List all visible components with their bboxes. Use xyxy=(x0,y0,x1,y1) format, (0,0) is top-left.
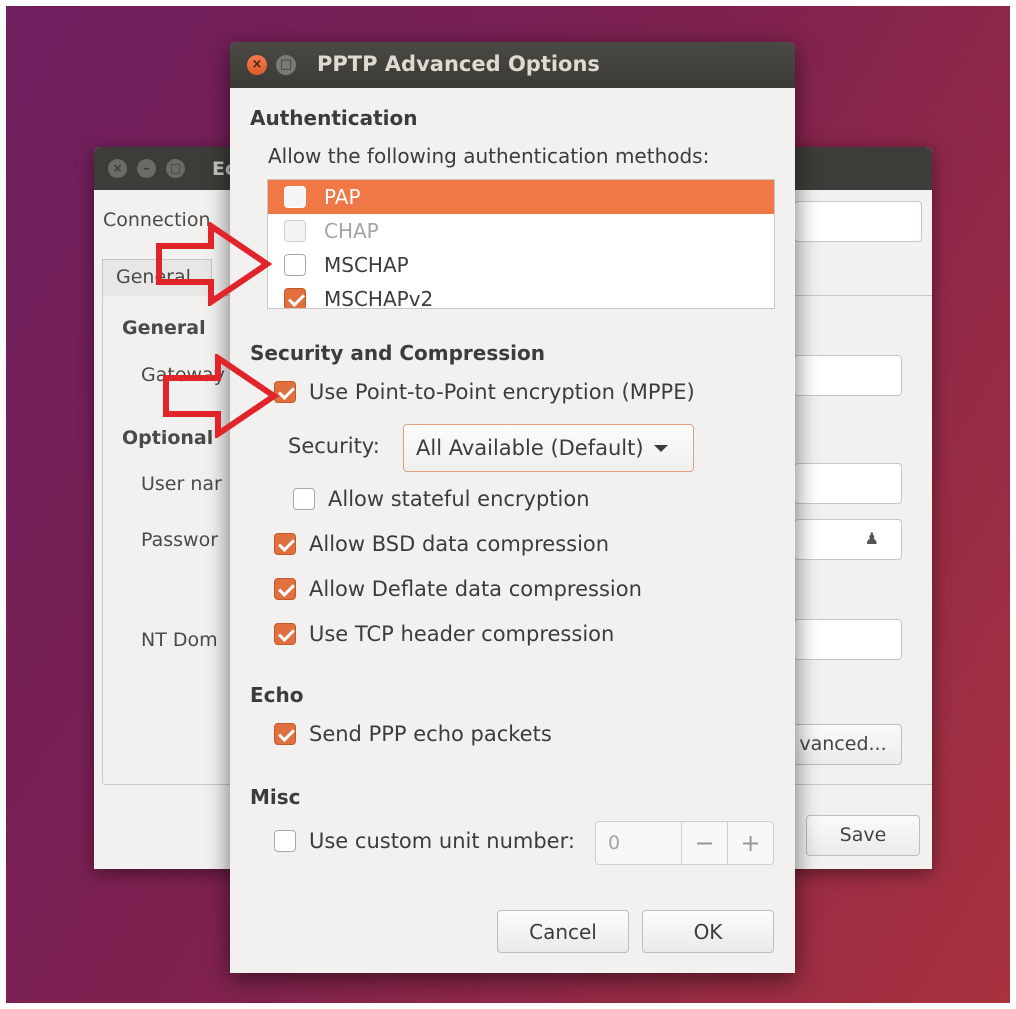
mschap-checkbox[interactable] xyxy=(284,254,306,276)
stateful-encryption-label: Allow stateful encryption xyxy=(328,487,590,511)
ok-button[interactable]: OK xyxy=(642,910,774,953)
mschapv2-checkbox[interactable] xyxy=(284,288,306,308)
connection-name-field[interactable] xyxy=(794,201,922,242)
tcp-header-compression-checkbox[interactable] xyxy=(274,623,296,645)
list-item-pap[interactable]: PAP xyxy=(268,180,774,214)
echo-heading: Echo xyxy=(250,683,304,707)
annotation-arrow-icon xyxy=(156,222,273,306)
tcp-header-compression-label: Use TCP header compression xyxy=(309,622,615,646)
nt-domain-field[interactable] xyxy=(794,619,902,660)
stateful-encryption-option[interactable]: Allow stateful encryption xyxy=(293,487,590,511)
maximize-icon[interactable]: □ xyxy=(166,159,185,178)
dialog-title: PPTP Advanced Options xyxy=(317,52,600,76)
save-button[interactable]: Save xyxy=(806,815,920,856)
unit-number-value[interactable]: 0 xyxy=(596,822,681,864)
security-dropdown[interactable]: All Available (Default) xyxy=(403,424,694,472)
nt-domain-label: NT Dom xyxy=(141,629,218,651)
custom-unit-option[interactable]: Use custom unit number: xyxy=(274,829,575,853)
bsd-compression-label: Allow BSD data compression xyxy=(309,532,610,556)
misc-heading: Misc xyxy=(250,785,301,809)
stateful-encryption-checkbox[interactable] xyxy=(293,488,315,510)
mppe-option[interactable]: Use Point-to-Point encryption (MPPE) xyxy=(274,380,695,404)
security-dropdown-value: All Available (Default) xyxy=(416,436,644,460)
increment-button[interactable]: + xyxy=(727,822,773,864)
list-item-label: PAP xyxy=(324,185,361,209)
custom-unit-label: Use custom unit number: xyxy=(309,829,575,853)
gateway-field[interactable] xyxy=(794,355,902,396)
annotation-arrow-icon xyxy=(163,354,280,438)
list-item-chap: CHAP xyxy=(268,214,774,248)
pap-checkbox[interactable] xyxy=(284,186,306,208)
custom-unit-checkbox[interactable] xyxy=(274,830,296,852)
send-echo-option[interactable]: Send PPP echo packets xyxy=(274,722,552,746)
dialog-titlebar: × □ PPTP Advanced Options xyxy=(230,42,795,88)
general-section-heading: General xyxy=(122,317,206,339)
authentication-description: Allow the following authentication metho… xyxy=(268,144,710,168)
list-item-mschapv2[interactable]: MSCHAPv2 xyxy=(268,282,774,309)
deflate-compression-option[interactable]: Allow Deflate data compression xyxy=(274,577,642,601)
close-icon[interactable]: × xyxy=(247,55,267,75)
minimize-icon[interactable]: – xyxy=(137,159,156,178)
list-item-label: MSCHAPv2 xyxy=(324,287,434,309)
password-label: Passwor xyxy=(141,529,219,551)
username-field[interactable] xyxy=(794,463,902,504)
send-echo-checkbox[interactable] xyxy=(274,723,296,745)
username-label: User nar xyxy=(141,473,222,495)
password-options-icon[interactable]: ♟ xyxy=(865,529,879,548)
tcp-header-compression-option[interactable]: Use TCP header compression xyxy=(274,622,614,646)
unit-number-stepper: 0 − + xyxy=(595,821,774,865)
list-item-label: CHAP xyxy=(324,219,379,243)
mppe-label: Use Point-to-Point encryption (MPPE) xyxy=(309,380,695,404)
deflate-compression-checkbox[interactable] xyxy=(274,578,296,600)
send-echo-label: Send PPP echo packets xyxy=(309,722,552,746)
password-field[interactable]: ♟ xyxy=(794,519,902,560)
cancel-button[interactable]: Cancel xyxy=(497,910,629,953)
close-icon[interactable]: × xyxy=(108,159,127,178)
decrement-button[interactable]: − xyxy=(681,822,727,864)
security-compression-heading: Security and Compression xyxy=(250,341,545,365)
advanced-button[interactable]: vanced... xyxy=(784,724,902,765)
deflate-compression-label: Allow Deflate data compression xyxy=(309,577,642,601)
bsd-compression-option[interactable]: Allow BSD data compression xyxy=(274,532,609,556)
list-item-mschap[interactable]: MSCHAP xyxy=(268,248,774,282)
list-item-label: MSCHAP xyxy=(324,253,409,277)
pptp-advanced-options-dialog: × □ PPTP Advanced Options Authentication… xyxy=(230,42,795,973)
chap-checkbox xyxy=(284,220,306,242)
security-label: Security: xyxy=(288,434,380,458)
authentication-heading: Authentication xyxy=(250,106,418,130)
maximize-icon[interactable]: □ xyxy=(276,55,296,75)
bsd-compression-checkbox[interactable] xyxy=(274,533,296,555)
authentication-methods-list: PAP CHAP MSCHAP MSCHAPv2 xyxy=(267,179,775,309)
chevron-down-icon xyxy=(653,444,668,452)
